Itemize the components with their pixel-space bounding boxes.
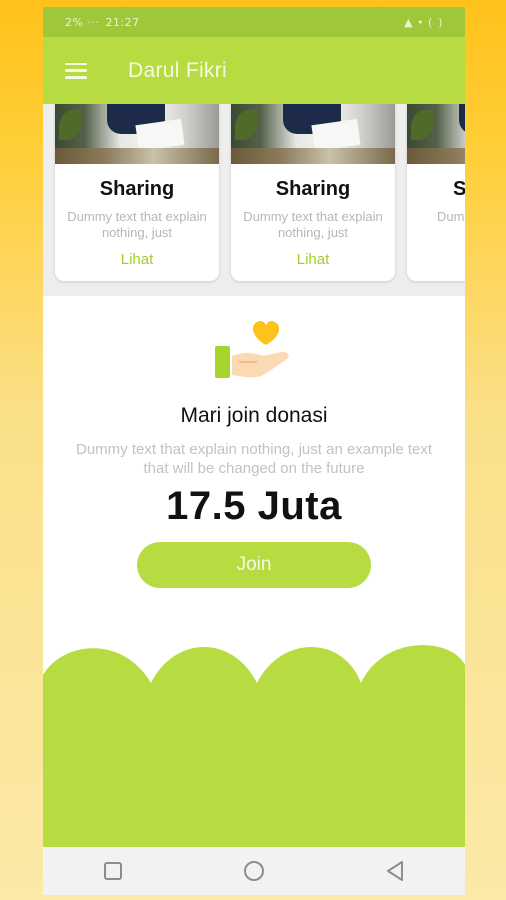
card-description: Dummy text that explain nothing, just (67, 209, 207, 240)
wave-decoration (43, 645, 465, 847)
donation-amount: 17.5 Juta (166, 484, 342, 528)
carousel-card[interactable]: S Dumr explain (407, 104, 465, 281)
phone-screen: 2% ··· 21:27 ▲ • ( ) Darul Fikri Sharing… (43, 7, 465, 895)
card-image (231, 104, 395, 164)
triangle-back-icon[interactable] (375, 851, 415, 891)
app-bar: Darul Fikri (43, 37, 465, 104)
status-time: 21:27 (105, 15, 140, 29)
card-title: S (453, 178, 465, 200)
circle-icon[interactable] (234, 851, 274, 891)
card-carousel[interactable]: Sharing Dummy text that explain nothing,… (43, 104, 465, 296)
status-left-text: 2% ··· (65, 15, 100, 29)
card-image (55, 104, 219, 164)
card-title: Sharing (99, 178, 175, 200)
card-description: Dumr explain (437, 209, 465, 224)
card-image (407, 104, 465, 164)
status-bar: 2% ··· 21:27 ▲ • ( ) (43, 7, 465, 37)
card-link-lihat[interactable]: Lihat (231, 251, 395, 268)
card-title: Sharing (275, 178, 351, 200)
system-nav-bar (43, 847, 465, 895)
card-link-lihat[interactable]: Lihat (55, 251, 219, 268)
hamburger-menu-icon[interactable] (65, 62, 87, 79)
join-button[interactable]: Join (137, 542, 371, 588)
carousel-card[interactable]: Sharing Dummy text that explain nothing,… (231, 104, 395, 281)
app-title: Darul Fikri (128, 58, 227, 82)
square-icon[interactable] (93, 851, 133, 891)
donation-section: Mari join donasi Dummy text that explain… (43, 296, 465, 656)
donation-description: Dummy text that explain nothing, just an… (75, 441, 432, 477)
card-description: Dummy text that explain nothing, just (243, 209, 383, 240)
heart-hand-icon (215, 320, 289, 378)
status-right-text: ▲ • ( ) (404, 15, 443, 29)
donation-title: Mari join donasi (180, 404, 328, 427)
carousel-card[interactable]: Sharing Dummy text that explain nothing,… (55, 104, 219, 281)
